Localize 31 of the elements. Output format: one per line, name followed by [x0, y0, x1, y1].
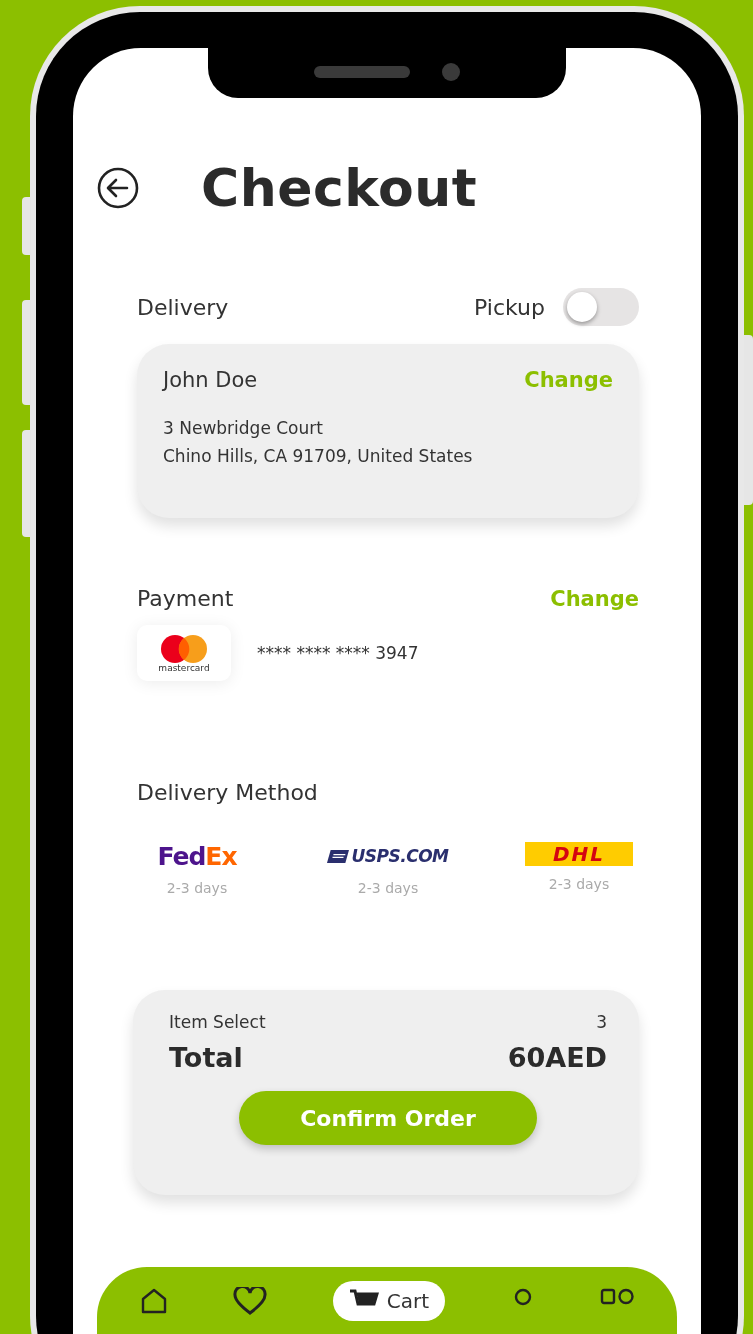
- pickup-toggle[interactable]: [563, 288, 639, 326]
- delivery-time: 2-3 days: [548, 876, 610, 892]
- confirm-order-button[interactable]: Confirm Order: [239, 1091, 537, 1145]
- camera-dot: [442, 63, 460, 81]
- brand-text: mastercard: [158, 663, 210, 673]
- delivery-time: 2-3 days: [166, 880, 228, 896]
- apps-icon[interactable]: [600, 1287, 635, 1307]
- total-label: Total: [169, 1042, 243, 1073]
- heart-icon[interactable]: [233, 1287, 268, 1315]
- section-label: Delivery: [137, 294, 229, 320]
- change-link[interactable]: Change: [550, 587, 639, 611]
- section-label: Payment: [137, 586, 234, 611]
- carrier-logo[interactable]: USPS.COM: [327, 842, 449, 870]
- address-line: 3 Newbridge Court: [163, 418, 324, 438]
- toggle-label: Pickup: [474, 294, 545, 320]
- delivery-time: 2-3 days: [357, 880, 419, 896]
- carrier-logo[interactable]: FedEx: [157, 842, 237, 870]
- total-amount: 60AED: [507, 1042, 607, 1073]
- address-line: Chino Hills, CA 91709, United States: [163, 446, 474, 466]
- carrier-logo[interactable]: DHL: [524, 842, 634, 866]
- page-title: Checkout: [201, 158, 478, 218]
- back-icon[interactable]: [97, 167, 139, 209]
- home-icon[interactable]: [139, 1287, 168, 1315]
- items-count: 3: [596, 1012, 607, 1032]
- section-label: Delivery Method: [137, 780, 319, 805]
- recipient-name: John Doe: [163, 368, 258, 392]
- card-number: **** **** **** 3947: [257, 643, 419, 663]
- overlapping-circles-icon: [159, 633, 209, 664]
- change-link[interactable]: Change: [524, 368, 613, 392]
- items-label: Item Select: [169, 1012, 266, 1032]
- nav-tab[interactable]: Cart: [332, 1281, 446, 1321]
